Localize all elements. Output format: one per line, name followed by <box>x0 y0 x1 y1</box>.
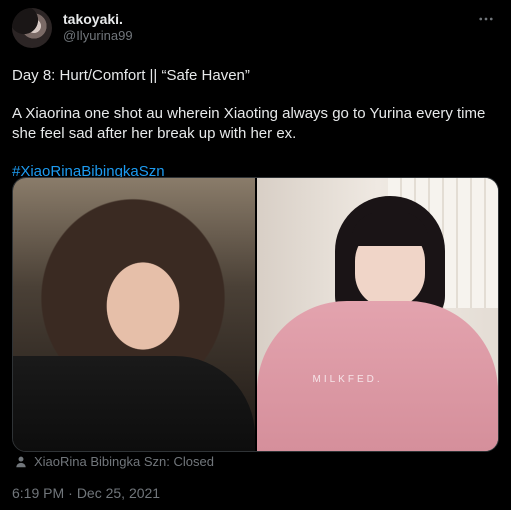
avatar-image-detail <box>12 8 52 48</box>
person-icon <box>16 456 26 467</box>
tweet-body-line: A Xiaorina one shot au wherein Xiaoting … <box>12 105 486 142</box>
photo-left[interactable] <box>13 178 255 451</box>
tweet-card: takoyaki. @Ilyurina99 Day 8: Hurt/Comfor… <box>0 0 511 510</box>
tweet-text: Day 8: Hurt/Comfort || “Safe Haven” A Xi… <box>12 66 500 182</box>
tagged-text: XiaoRina Bibingka Szn: Closed <box>34 454 214 469</box>
photo-right-bangs <box>350 212 429 246</box>
tweet-date[interactable]: Dec 25, 2021 <box>77 485 160 501</box>
author-handle[interactable]: @Ilyurina99 <box>63 28 133 43</box>
meta-separator: · <box>68 485 73 501</box>
tagged-people[interactable]: XiaoRina Bibingka Szn: Closed <box>14 454 214 469</box>
tweet-title-line: Day 8: Hurt/Comfort || “Safe Haven” <box>12 67 250 84</box>
sweater-print: MILKFED. <box>312 374 383 385</box>
photo-right[interactable]: MILKFED. <box>256 178 498 451</box>
photo-left-shirt <box>13 356 255 451</box>
tweet-time[interactable]: 6:19 PM <box>12 485 64 501</box>
media-grid: MILKFED. <box>12 177 499 452</box>
author-display-name[interactable]: takoyaki. <box>63 11 123 27</box>
author-avatar[interactable] <box>12 8 52 48</box>
more-options-button[interactable] <box>475 8 497 30</box>
more-horizontal-icon <box>479 17 493 21</box>
tweet-meta: 6:19 PM · Dec 25, 2021 <box>12 485 160 501</box>
